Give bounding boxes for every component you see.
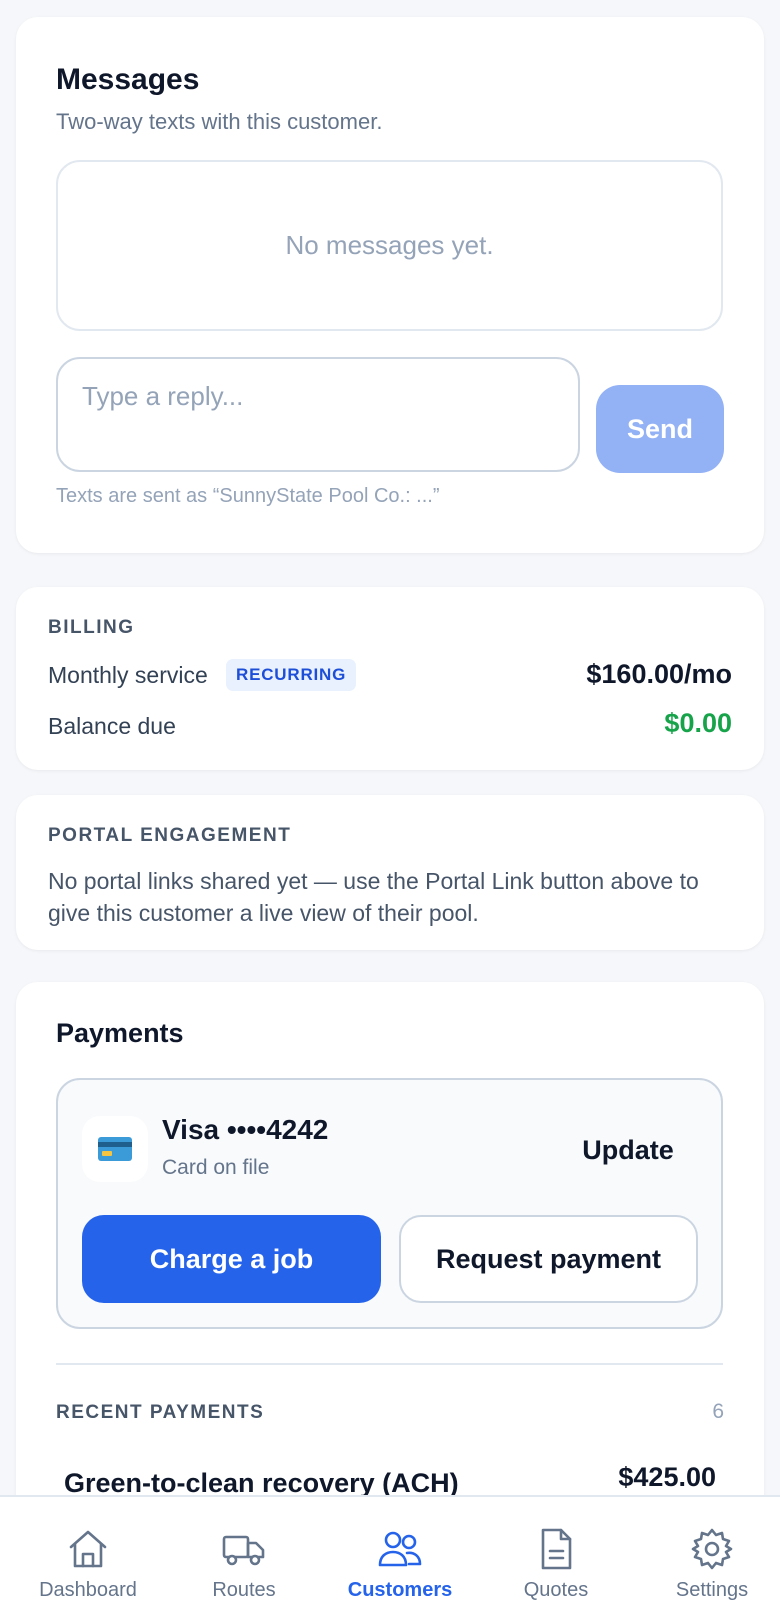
- payments-title: Payments: [56, 1018, 184, 1048]
- divider: [56, 1363, 723, 1365]
- nav-dashboard-label: Dashboard: [39, 1579, 137, 1601]
- charge-job-button[interactable]: Charge a job: [82, 1215, 381, 1303]
- monthly-service-label: Monthly service: [48, 662, 208, 688]
- empty-messages-text: No messages yet.: [285, 230, 494, 260]
- sender-hint: Texts are sent as “SunnyState Pool Co.: …: [56, 485, 440, 507]
- recent-payments-label: RECENT PAYMENTS: [56, 1402, 265, 1423]
- nav-routes-label: Routes: [212, 1579, 276, 1601]
- card-on-file-panel: Visa ••••4242 Card on file Update Charge…: [56, 1078, 723, 1329]
- gear-icon: [691, 1528, 733, 1570]
- bottom-nav: Dashboard Routes Customers Quotes Settin…: [0, 1495, 780, 1624]
- card-brand: Visa ••••4242: [162, 1114, 329, 1145]
- billing-card: BILLING Monthly service RECURRING $160.0…: [16, 587, 764, 770]
- truck-icon: [222, 1535, 265, 1566]
- portal-text: No portal links shared yet — use the Por…: [48, 868, 699, 926]
- credit-card-icon: [82, 1116, 148, 1182]
- users-icon: [378, 1531, 422, 1567]
- portal-label: PORTAL ENGAGEMENT: [48, 825, 292, 846]
- recent-payments-count: 6: [712, 1400, 724, 1423]
- nav-quotes-label: Quotes: [523, 1579, 589, 1601]
- balance-due-label: Balance due: [48, 713, 176, 739]
- messages-card: Messages Two-way texts with this custome…: [16, 17, 764, 553]
- update-card-button[interactable]: Update: [568, 1130, 688, 1170]
- home-icon: [69, 1530, 107, 1568]
- balance-amount: $0.00: [664, 708, 732, 738]
- nav-routes[interactable]: Routes: [166, 1497, 322, 1624]
- nav-customers[interactable]: Customers: [322, 1497, 478, 1624]
- payment-row-amount: $425.00: [618, 1462, 716, 1492]
- nav-settings[interactable]: Settings: [634, 1497, 780, 1624]
- monthly-amount: $160.00/mo: [586, 659, 732, 689]
- messages-subtitle: Two-way texts with this customer.: [56, 109, 383, 134]
- nav-dashboard[interactable]: Dashboard: [10, 1497, 166, 1624]
- nav-quotes[interactable]: Quotes: [478, 1497, 634, 1624]
- card-on-file-label: Card on file: [162, 1156, 270, 1179]
- message-thread: No messages yet.: [56, 160, 723, 331]
- customer-detail-page: Messages Two-way texts with this custome…: [0, 0, 780, 1624]
- request-payment-button[interactable]: Request payment: [399, 1215, 698, 1303]
- recurring-badge: RECURRING: [226, 659, 357, 691]
- send-button[interactable]: Send: [596, 385, 724, 473]
- portal-engagement-card: PORTAL ENGAGEMENT No portal links shared…: [16, 795, 764, 950]
- nav-customers-label: Customers: [347, 1579, 453, 1601]
- document-icon: [541, 1528, 572, 1570]
- nav-settings-label: Settings: [675, 1579, 749, 1601]
- reply-input[interactable]: Type a reply...: [56, 357, 580, 472]
- messages-title: Messages: [56, 63, 200, 96]
- billing-label: BILLING: [48, 617, 135, 638]
